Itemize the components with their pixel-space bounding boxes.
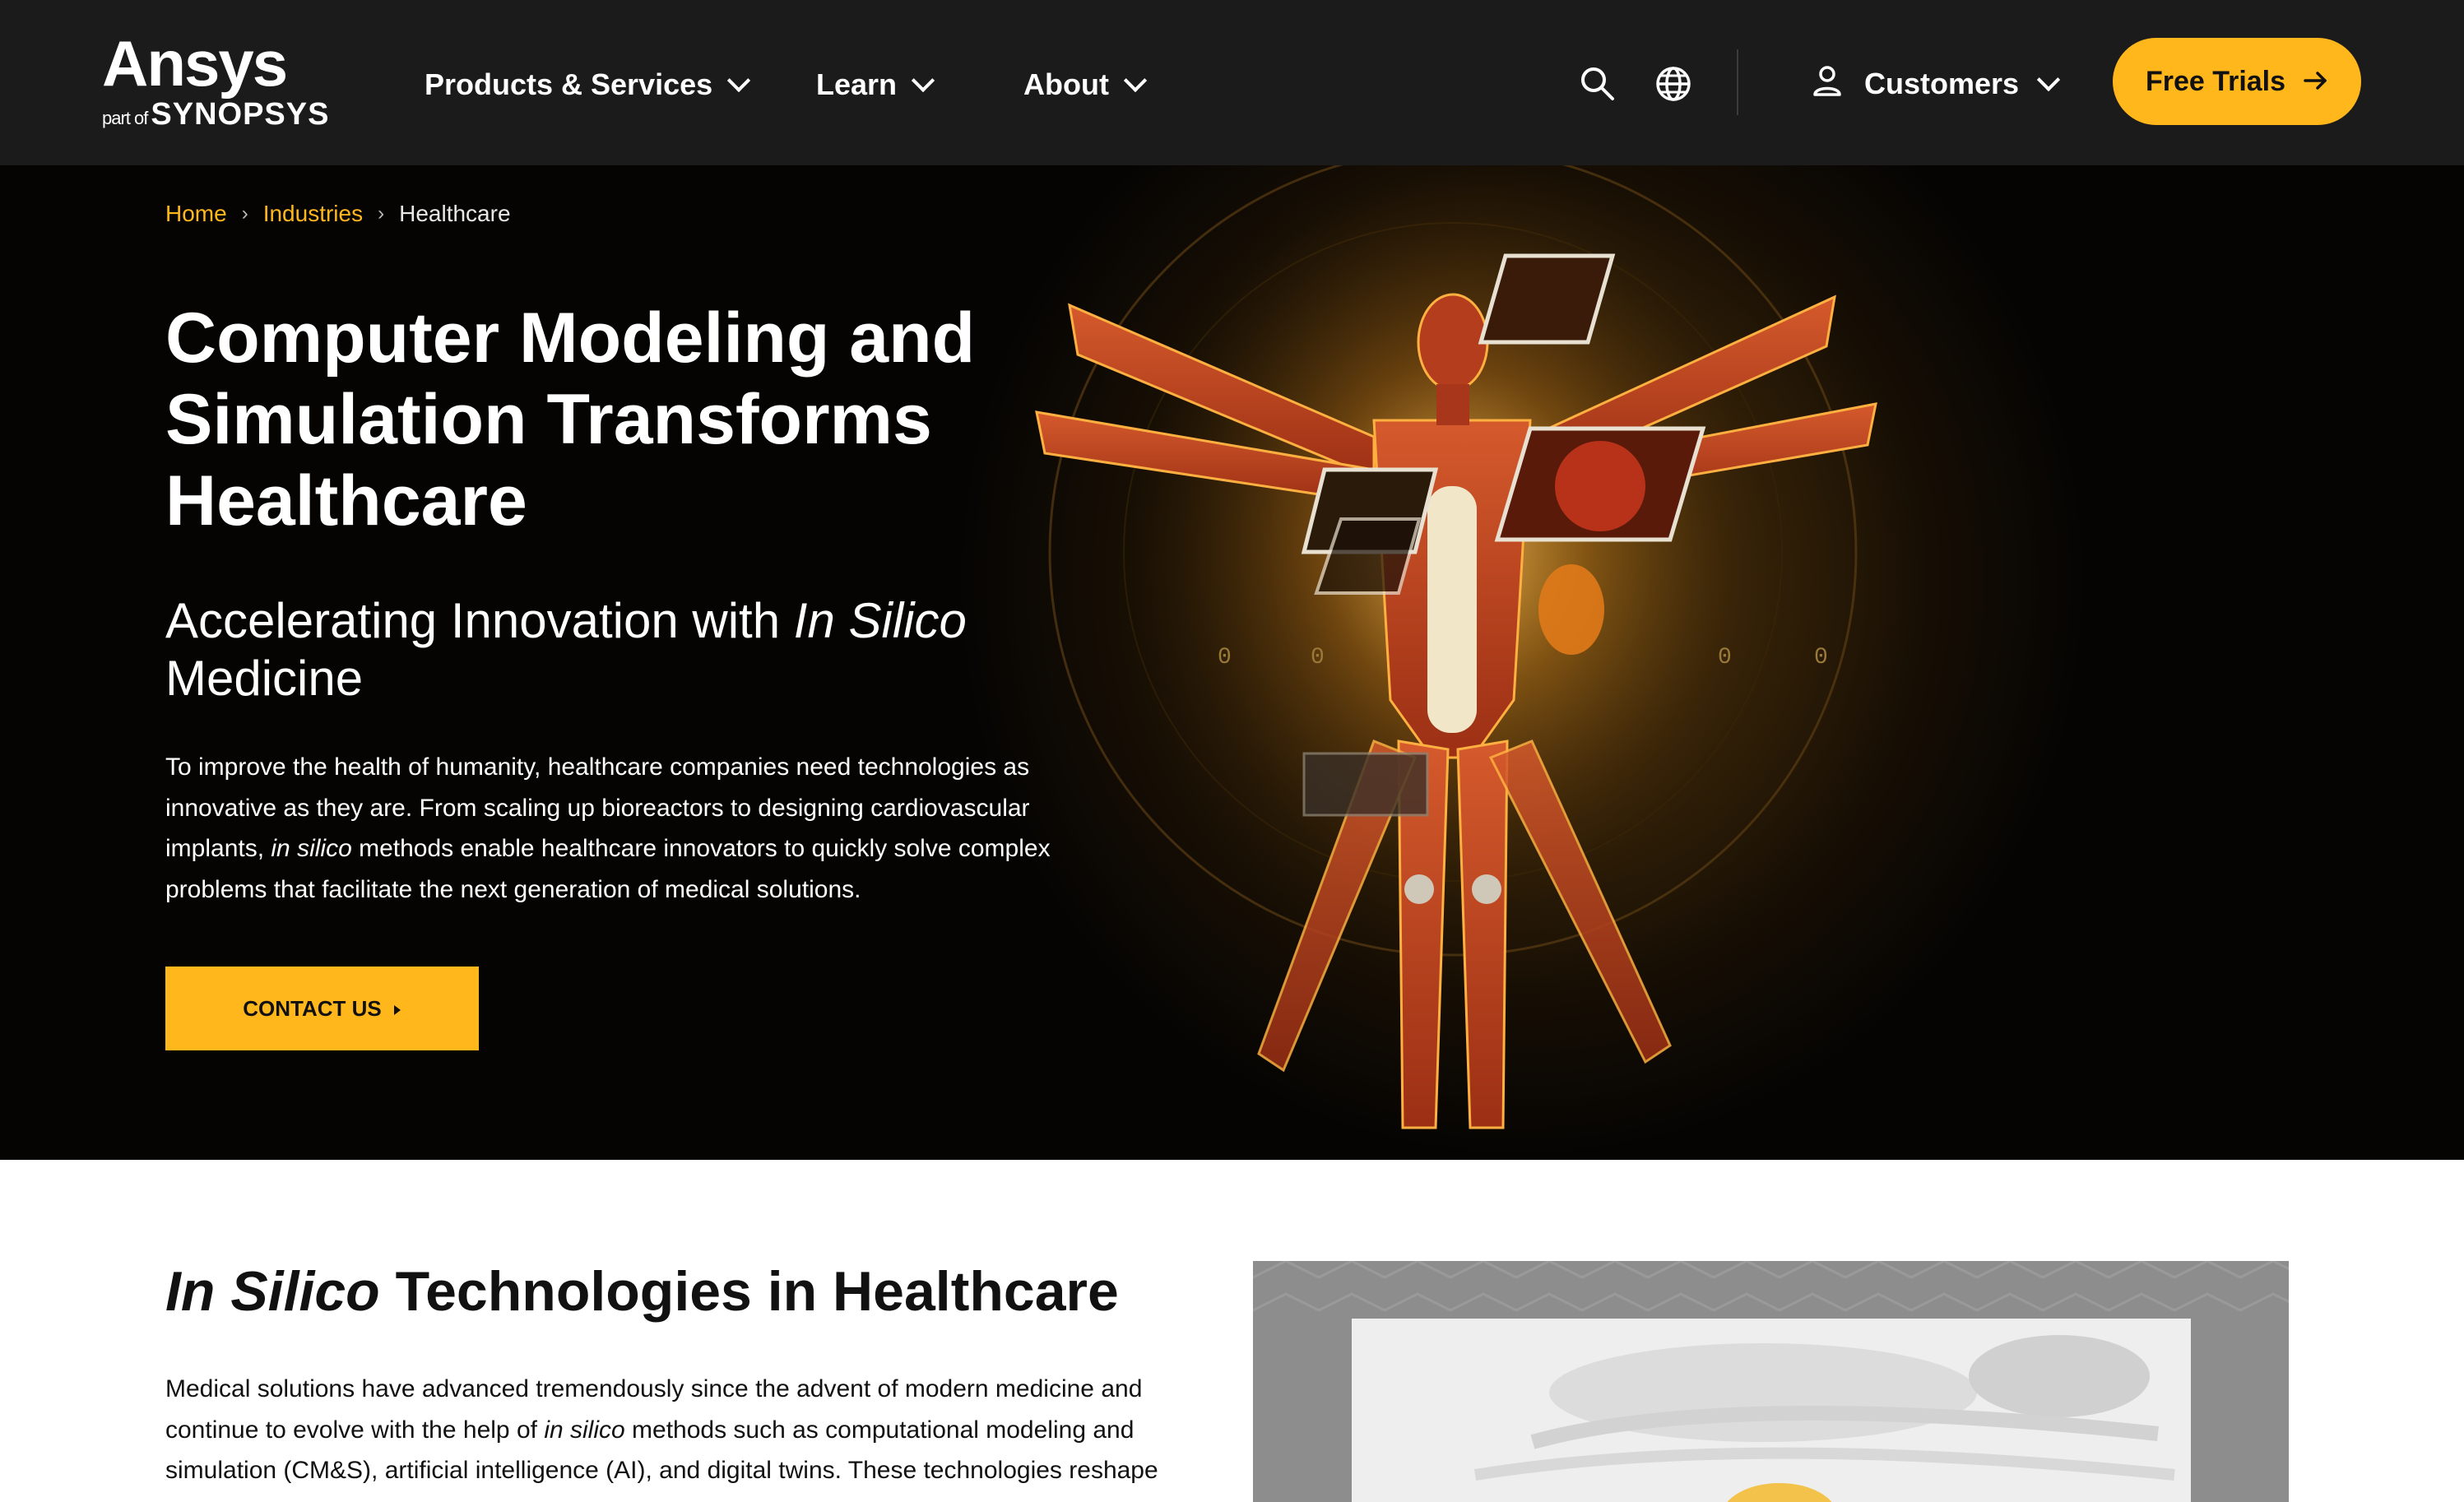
skeleton-image xyxy=(1473,1335,2175,1502)
contact-us-label: CONTACT US xyxy=(243,995,382,1021)
free-trials-button[interactable]: Free Trials xyxy=(2113,38,2361,125)
chevron-down-icon xyxy=(727,68,751,93)
svg-text:0: 0 xyxy=(1218,645,1232,670)
top-navigation-bar: Ansys part of SYNOPSYS Products & Service… xyxy=(0,0,2464,165)
section-body: Medical solutions have advanced tremendo… xyxy=(165,1375,1158,1484)
ansys-logo[interactable]: Ansys part of SYNOPSYS xyxy=(99,26,328,141)
nav-learn[interactable]: Learn xyxy=(816,64,935,105)
svg-text:0: 0 xyxy=(1311,645,1325,670)
breadcrumb: Home › Industries › Healthcare xyxy=(165,201,511,227)
chevron-down-icon xyxy=(1123,68,1148,93)
header-divider xyxy=(1737,49,1738,115)
contact-us-button[interactable]: CONTACT US xyxy=(165,967,479,1050)
page: Ansys part of SYNOPSYS Products & Service… xyxy=(0,0,2464,1502)
arrow-right-icon xyxy=(2304,66,2328,98)
free-trials-label: Free Trials xyxy=(2145,65,2286,97)
nav-label: Products & Services xyxy=(425,67,713,101)
section-video-thumbnail[interactable] xyxy=(1253,1261,2289,1502)
hero-banner: 0 0 0 0 Home › Industries › Healthcare C… xyxy=(0,165,2464,1160)
chevron-down-icon xyxy=(911,68,935,93)
caret-right-icon xyxy=(393,996,401,1022)
nav-label: About xyxy=(1023,67,1109,101)
user-icon xyxy=(1812,64,1843,104)
breadcrumb-current: Healthcare xyxy=(399,201,511,226)
thumbnail-image xyxy=(1352,1319,2191,1502)
svg-text:0: 0 xyxy=(1814,645,1828,670)
breadcrumb-home[interactable]: Home xyxy=(165,201,227,227)
logo-parent-company: part of SYNOPSYS xyxy=(102,97,330,132)
customers-label: Customers xyxy=(1864,67,2020,100)
breadcrumb-separator: › xyxy=(378,202,385,225)
nav-label: Learn xyxy=(816,67,898,101)
customers-menu[interactable]: Customers xyxy=(1812,61,2061,107)
hero-description: To improve the health of humanity, healt… xyxy=(165,753,1051,903)
page-title: Computer Modeling and Simulation Transfo… xyxy=(165,299,976,540)
search-icon[interactable] xyxy=(1576,63,1619,105)
svg-text:0: 0 xyxy=(1718,645,1732,670)
breadcrumb-separator: › xyxy=(241,202,248,225)
globe-icon[interactable] xyxy=(1652,63,1695,105)
nav-about[interactable]: About xyxy=(1023,64,1148,105)
section-title: In Silico Technologies in Healthcare xyxy=(165,1260,1119,1323)
chevron-down-icon xyxy=(2036,67,2061,92)
logo-wordmark: Ansys xyxy=(102,27,288,100)
breadcrumb-industries[interactable]: Industries xyxy=(263,201,363,227)
nav-products-services[interactable]: Products & Services xyxy=(425,64,751,105)
hero-subtitle: Accelerating Innovation with In Silico M… xyxy=(165,593,967,706)
